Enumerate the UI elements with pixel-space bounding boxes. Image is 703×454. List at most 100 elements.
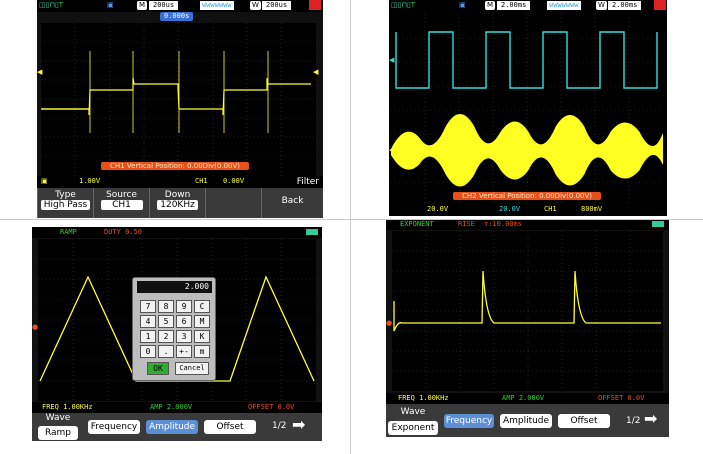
offset-button[interactable]: Offset — [204, 420, 256, 434]
wave-select-button[interactable]: Ramp — [38, 426, 78, 440]
page-indicator: 1/2 — [272, 421, 287, 431]
trigger-position: 0.000s — [160, 12, 194, 21]
window-div-right: 2.00ms — [608, 1, 642, 10]
output-marker: ● — [32, 323, 39, 331]
key-1[interactable]: 1 — [140, 330, 156, 343]
freq-readout-right: FREQ 1.00KHz — [398, 394, 449, 402]
output-marker-right: ● — [386, 319, 393, 327]
keypad-cancel-button[interactable]: Cancel — [175, 362, 209, 375]
key-m-upper[interactable]: M — [194, 315, 210, 328]
offset-readout-right: OFFSET 0.0V — [598, 394, 645, 402]
amplitude-button[interactable]: Amplitude — [146, 420, 198, 434]
wave-title: Wave — [45, 413, 71, 423]
menu-type-title: Type — [55, 190, 76, 200]
menu-source-value: CH1 — [100, 200, 143, 210]
window-div: 200us — [262, 1, 292, 10]
page-indicator-right: 1/2 — [626, 416, 641, 426]
position-message-right: CH2 Vertical Position: 0.00Div(0.00V) — [453, 192, 601, 200]
waveform-display-right — [391, 14, 663, 204]
key-9[interactable]: 9 — [176, 300, 192, 313]
top-status-bar-right: ◫▯⊓▯T ▣ M 2.00ms wwwwwww W 2.00ms — [389, 0, 667, 12]
menu-filter-back[interactable]: Filter Back — [261, 177, 323, 218]
position-message: CH1 Vertical Position: 0.00Div(0.00V) — [101, 162, 249, 170]
ch1-volt-right: 20.0V — [427, 205, 449, 213]
key-6[interactable]: 6 — [176, 315, 192, 328]
menu-source[interactable]: Source CH1 — [93, 188, 150, 218]
wave-window-icon: wwwwwww — [200, 1, 234, 10]
offset-readout: OFFSET 0.0V — [248, 403, 295, 411]
menu-down-title: Down — [164, 190, 191, 200]
w-label-right: W — [596, 1, 607, 10]
trigger-level-marker: ◀ — [313, 68, 319, 76]
menu-type[interactable]: Type High Pass — [37, 188, 94, 218]
wave-title-right: Wave — [400, 407, 426, 417]
key-3[interactable]: 3 — [176, 330, 192, 343]
key-k[interactable]: K — [194, 330, 210, 343]
trigger-icons: ◫▯⊓▯T — [39, 1, 64, 9]
key-m-lower[interactable]: m — [194, 345, 210, 358]
key-sign[interactable]: +- — [176, 345, 192, 358]
trig-level: 0.00V — [223, 177, 245, 185]
menu-filter-title: Filter — [296, 177, 319, 187]
battery-icon-gen — [306, 229, 318, 235]
key-8[interactable]: 8 — [158, 300, 174, 313]
menu-down[interactable]: Down 120KHz — [149, 188, 206, 218]
key-2[interactable]: 2 — [158, 330, 174, 343]
frequency-button[interactable]: Frequency — [88, 420, 140, 434]
tau-param: τ:10.00ms — [484, 220, 522, 228]
m-label-right: M — [485, 1, 496, 10]
generator-menu-right: Wave Exponent Frequency Amplitude Offset… — [386, 404, 669, 437]
key-c[interactable]: C — [194, 300, 210, 313]
time-div: 200us — [149, 1, 179, 10]
ch2-marker: ◀ — [389, 56, 395, 64]
ch1-marker-right: ◀ — [389, 146, 395, 154]
trigger-icons-right: ◫▯⊓▯T — [391, 1, 416, 9]
save-icon-right: ▣ — [459, 1, 466, 9]
keypad-ok-button[interactable]: OK — [147, 362, 169, 375]
menu-down-value: 120KHz — [157, 200, 198, 210]
key-dot[interactable]: . — [158, 345, 174, 358]
scope-panel-top-right: ◫▯⊓▯T ▣ M 2.00ms wwwwwww W 2.00ms ◀ ◀ CH… — [389, 0, 667, 216]
wave-window-icon-right: wwwwwww — [547, 1, 581, 10]
menu-type-value: High Pass — [40, 200, 91, 210]
status-row-right: 20.0V 20.0V CH1 800mV — [389, 204, 667, 216]
ch1-marker: ◀ — [37, 68, 43, 76]
rise-param: RISE — [458, 220, 475, 228]
duty-param: DUTY 0.50 — [104, 228, 142, 236]
trig-channel-right: CH1 — [544, 205, 557, 213]
generator-panel-bottom-left: RAMP DUTY 0.50 ● 2.000 7 8 9 C 4 5 6 M 1… — [32, 227, 322, 441]
frequency-button-right[interactable]: Frequency — [444, 414, 494, 428]
battery-icon-right — [654, 0, 666, 10]
top-status-bar: ◫▯⊓▯T ▣ M 200us wwwwwww W 200us — [37, 0, 323, 12]
key-4[interactable]: 4 — [140, 315, 156, 328]
generator-menu: Wave Ramp Frequency Amplitude Offset 1/2… — [32, 413, 322, 441]
numeric-keypad: 2.000 7 8 9 C 4 5 6 M 1 2 3 K 0 . +- m O… — [132, 277, 216, 381]
next-page-arrow-icon-right[interactable]: ➡ — [644, 409, 657, 428]
scope-panel-top-left: ◫▯⊓▯T ▣ M 200us wwwwwww W 200us 0.000s ◀… — [37, 0, 323, 218]
battery-icon-gen-right — [652, 221, 664, 227]
generator-panel-bottom-right: EXPONENT RISE τ:10.00ms ● FREQ 1.00KHz A… — [386, 219, 669, 437]
ch1-volt: 1.00V — [79, 177, 101, 185]
vertical-divider — [350, 0, 351, 454]
key-5[interactable]: 5 — [158, 315, 174, 328]
generator-footer: FREQ 1.00KHz AMP 2.000V OFFSET 0.0V — [32, 402, 322, 413]
amplitude-button-right[interactable]: Amplitude — [500, 414, 552, 428]
menu-empty[interactable] — [205, 188, 262, 218]
offset-button-right[interactable]: Offset — [558, 414, 610, 428]
generator-header-right: EXPONENT RISE τ:10.00ms — [386, 219, 669, 230]
wave-select-button-right[interactable]: Exponent — [388, 421, 438, 435]
generator-header: RAMP DUTY 0.50 — [32, 227, 322, 238]
key-0[interactable]: 0 — [140, 345, 156, 358]
key-7[interactable]: 7 — [140, 300, 156, 313]
battery-icon — [309, 0, 321, 10]
amp-readout-right: AMP 2.000V — [502, 394, 545, 402]
keypad-display: 2.000 — [137, 281, 212, 293]
generator-footer-right: FREQ 1.00KHz AMP 2.000V OFFSET 0.0V — [386, 393, 669, 404]
amp-readout: AMP 2.000V — [150, 403, 193, 411]
time-div-right: 2.00ms — [497, 1, 531, 10]
next-page-arrow-icon[interactable]: ➡ — [292, 415, 305, 434]
wave-name-right: EXPONENT — [400, 220, 434, 228]
trig-channel: CH1 — [195, 177, 208, 185]
menu-source-title: Source — [106, 190, 137, 200]
m-label: M — [137, 1, 148, 10]
